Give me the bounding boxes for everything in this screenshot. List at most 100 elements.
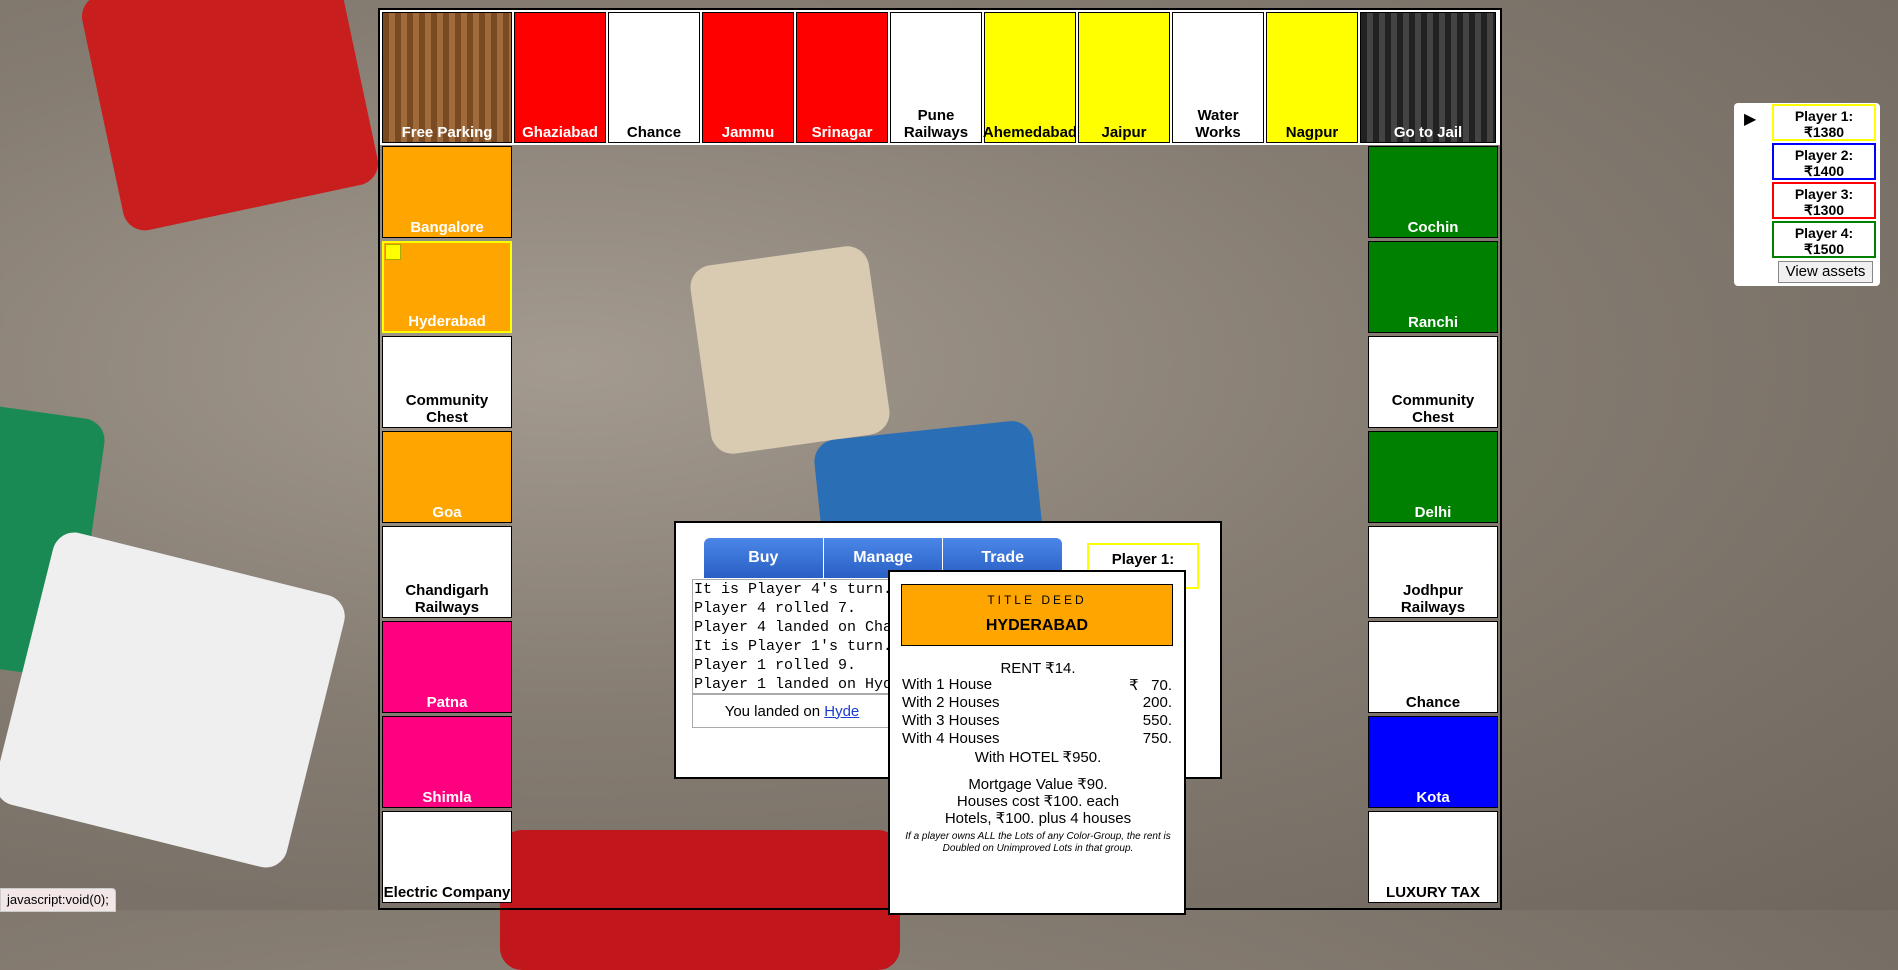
board-space-jodhpur-railways[interactable]: Jodhpur Railways [1368,526,1498,618]
deed-row-value: 550. [1142,712,1172,729]
deed-property-name: HYDERABAD [985,617,1089,634]
player-card-1[interactable]: Player 1: ₹1380 [1772,104,1876,141]
player-label: Player 2: [1794,147,1854,163]
board-space-community-chest[interactable]: Community Chest [1368,336,1498,428]
board-space-label: Jammu [721,124,775,141]
board-space-kota[interactable]: Kota [1368,716,1498,808]
player-label: Player 1: [1794,108,1854,124]
deed-mortgage: Mortgage Value ₹90. [968,776,1108,793]
board-space-label: Shimla [422,789,472,806]
board-space-ranchi[interactable]: Ranchi [1368,241,1498,333]
title-deed-card: TITLE DEED HYDERABAD RENT ₹14. With 1 Ho… [888,570,1186,915]
board-space-label: Delhi [1414,504,1452,521]
board-space-label: Chandigarh Railways [405,582,489,616]
landed-property-link[interactable]: Hyde [824,703,859,720]
white-die-decoration [0,527,350,873]
board-space-ahemedabad[interactable]: Ahemedabad [982,12,1078,143]
board-space-label: Free Parking [401,124,493,141]
log-line: Player 1 rolled 9. [694,657,857,674]
board-space-label: Bangalore [410,219,484,236]
player-token [385,244,401,260]
log-line: Player 4 landed on Cha [694,619,892,636]
deed-houses-cost: Houses cost ₹100. each [956,793,1120,810]
board-space-luxury-tax[interactable]: LUXURY TAX [1368,811,1498,903]
board-space-label: Ahemedabad [982,124,1078,141]
deed-row-label: With 4 Houses [902,730,1000,747]
deed-row-value: 200. [1142,694,1172,711]
board-space-goa[interactable]: Goa [382,431,512,523]
board-space-label: Community Chest [1391,392,1475,426]
deed-row-value: ₹ 70. [1129,677,1172,694]
turn-marker-icon: ▶ [1744,111,1757,128]
board-space-label: Jodhpur Railways [1400,582,1466,616]
board-space-label: Electric Company [383,884,511,901]
board-space-label: Jaipur [1101,124,1147,141]
board-space-shimla[interactable]: Shimla [382,716,512,808]
deed-row-label: With 3 Houses [902,712,1000,729]
board-space-label: Nagpur [1285,124,1339,141]
board-space-bangalore[interactable]: Bangalore [382,146,512,238]
deed-rent-row: With 1 House ₹ 70. [902,676,1172,694]
current-player-label: Player 1: [1111,551,1175,568]
board-space-label: Chance [626,124,682,141]
player-card-3[interactable]: Player 3: ₹1300 [1772,182,1876,219]
game-log: It is Player 4's turn. Player 4 rolled 7… [692,579,892,694]
player-label: Player 3: [1794,186,1854,202]
log-line: Player 1 landed on Hyd [694,676,892,693]
board-space-electric-company[interactable]: Electric Company [382,811,512,903]
board-space-label: Kota [1416,789,1450,806]
status-bar: javascript:void(0); [0,888,116,912]
log-line: Player 4 rolled 7. [694,600,857,617]
landed-message: You landed on Hyde [692,694,892,728]
board-space-label: Water Works [1195,107,1241,141]
board-space-label: Ranchi [1407,314,1458,331]
deed-title-small: TITLE DEED [987,593,1087,607]
board-space-label: Community Chest [405,392,489,426]
board-space-patna[interactable]: Patna [382,621,512,713]
board-space-nagpur[interactable]: Nagpur [1266,12,1358,143]
deed-rent-row: With 2 Houses 200. [902,694,1172,711]
deed-note: If a player owns ALL the Lots of any Col… [905,831,1171,854]
log-line: It is Player 4's turn. [694,581,892,598]
log-line: It is Player 1's turn. [694,638,892,655]
board-space-jammu[interactable]: Jammu [702,12,794,143]
board-space-delhi[interactable]: Delhi [1368,431,1498,523]
red-die-decoration [77,0,383,235]
board-space-label: Goa [432,504,462,521]
board-space-chance[interactable]: Chance [608,12,700,143]
player-money: ₹1400 [1803,163,1845,179]
board-space-chandigarh-railways[interactable]: Chandigarh Railways [382,526,512,618]
player-card-4[interactable]: Player 4: ₹1500 [1772,221,1876,258]
board-space-ghaziabad[interactable]: Ghaziabad [514,12,606,143]
board-space-label: LUXURY TAX [1386,884,1480,901]
player-money: ₹1380 [1803,124,1845,140]
board-space-go-to-jail[interactable]: Go to Jail [1360,12,1496,143]
board-space-community-chest[interactable]: Community Chest [382,336,512,428]
board-space-water-works[interactable]: Water Works [1172,12,1264,143]
board-space-label: Patna [426,694,468,711]
deed-hotels-cost: Hotels, ₹100. plus 4 houses [944,810,1132,827]
board-space-srinagar[interactable]: Srinagar [796,12,888,143]
players-panel: ▶ Player 1: ₹1380 Player 2: ₹1400 Player… [1734,103,1880,286]
tab-buy[interactable]: Buy [704,538,824,578]
board-space-label: Go to Jail [1393,124,1463,141]
board-space-jaipur[interactable]: Jaipur [1078,12,1170,143]
player-card-2[interactable]: Player 2: ₹1400 [1772,143,1876,180]
board-space-label: Srinagar [811,124,873,141]
player-money: ₹1500 [1803,241,1845,257]
board-space-free-parking[interactable]: Free Parking [382,12,512,143]
deed-rent-row: With 4 Houses 750. [902,730,1172,747]
board-space-label: Cochin [1407,219,1459,236]
deed-hotel: With HOTEL ₹950. [974,749,1102,766]
board-space-pune-railways[interactable]: Pune Railways [890,12,982,143]
deed-header: TITLE DEED HYDERABAD [901,584,1173,646]
board-space-cochin[interactable]: Cochin [1368,146,1498,238]
board-space-chance[interactable]: Chance [1368,621,1498,713]
view-assets-button[interactable]: View assets [1778,261,1873,283]
board-space-label: Chance [1405,694,1461,711]
board-space-hyderabad[interactable]: Hyderabad [382,241,512,333]
deed-rent-row: With 3 Houses 550. [902,712,1172,729]
deed-rent: RENT ₹14. [1000,660,1076,677]
board-space-label: Ghaziabad [522,124,598,141]
deed-row-label: With 2 Houses [902,694,1000,711]
